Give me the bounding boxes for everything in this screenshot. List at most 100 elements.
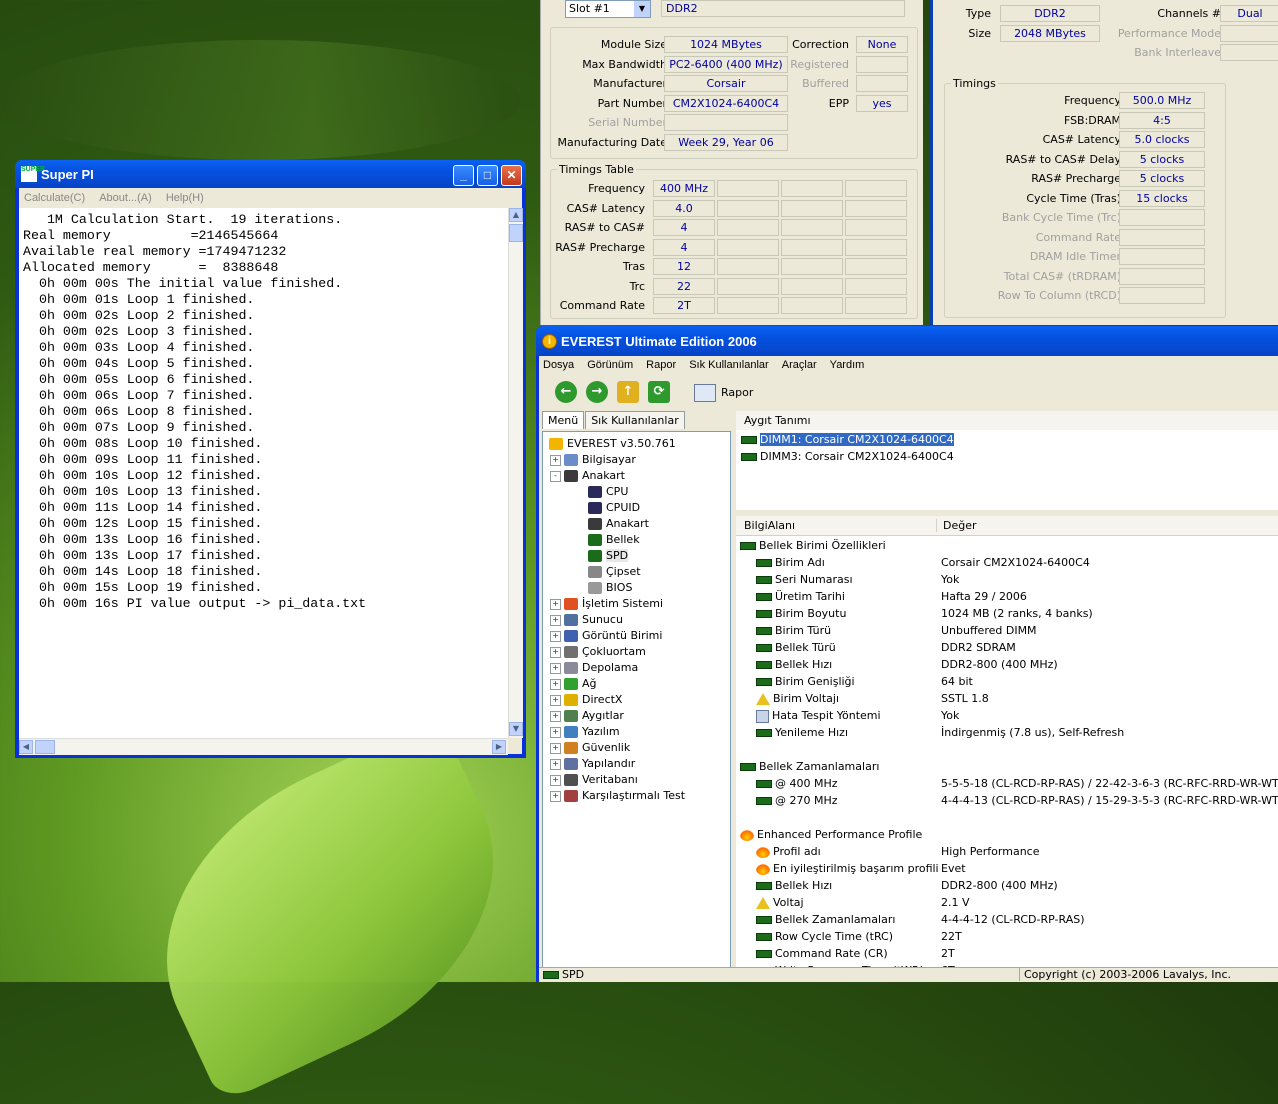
- device-item[interactable]: DIMM3: Corsair CM2X1024-6400C4: [741, 449, 954, 465]
- property-row[interactable]: Bellek Hızı DDR2-800 (400 MHz): [736, 877, 1278, 894]
- scroll-right-icon[interactable]: ▶: [492, 740, 506, 754]
- menu-yardim[interactable]: Yardım: [830, 359, 865, 371]
- menu-sik-kullanilanlar[interactable]: Sık Kullanılanlar: [689, 359, 769, 371]
- expand-icon[interactable]: +: [550, 630, 561, 642]
- property-row[interactable]: Yenileme Hızı İndirgenmiş (7.8 us), Self-…: [736, 724, 1278, 741]
- scroll-thumb[interactable]: [509, 224, 523, 242]
- device-item[interactable]: DIMM1: Corsair CM2X1024-6400C4: [741, 432, 954, 448]
- property-row[interactable]: Bellek Hızı DDR2-800 (400 MHz): [736, 656, 1278, 673]
- tree-item[interactable]: - Anakart: [550, 468, 625, 484]
- superpi-titlebar[interactable]: SUPER Super PI _ □ ✕: [15, 160, 526, 188]
- expand-icon[interactable]: +: [550, 694, 561, 706]
- property-row[interactable]: Hata Tespit Yöntemi Yok: [736, 707, 1278, 724]
- property-row[interactable]: Enhanced Performance Profile: [736, 826, 1278, 843]
- tree-item[interactable]: + Yapılandır: [550, 756, 635, 772]
- property-row[interactable]: Row Cycle Time (tRC) 22T: [736, 928, 1278, 945]
- tree-item[interactable]: BIOS: [588, 580, 632, 596]
- expand-icon[interactable]: +: [550, 710, 561, 722]
- chevron-down-icon[interactable]: ▼: [634, 1, 650, 17]
- tree-item[interactable]: SPD: [588, 548, 629, 564]
- property-row[interactable]: Birim Voltajı SSTL 1.8: [736, 690, 1278, 707]
- menu-araclar[interactable]: Araçlar: [782, 359, 817, 371]
- expand-icon[interactable]: +: [550, 742, 561, 754]
- tree-item[interactable]: + Bilgisayar: [550, 452, 636, 468]
- menu-calculate[interactable]: Calculate(C): [24, 192, 85, 204]
- property-row[interactable]: Birim Boyutu 1024 MB (2 ranks, 4 banks): [736, 605, 1278, 622]
- menu-gorunum[interactable]: Görünüm: [587, 359, 633, 371]
- expand-icon[interactable]: +: [550, 454, 561, 466]
- property-row[interactable]: Bellek Zamanlamaları 4-4-4-12 (CL-RCD-RP-…: [736, 911, 1278, 928]
- minimize-button[interactable]: _: [453, 165, 474, 186]
- tree-item[interactable]: + Aygıtlar: [550, 708, 624, 724]
- expand-icon[interactable]: +: [550, 646, 561, 658]
- property-row[interactable]: Birim Adı Corsair CM2X1024-6400C4: [736, 554, 1278, 571]
- tab-favorites[interactable]: Sık Kullanılanlar: [585, 411, 685, 429]
- property-row[interactable]: Birim Türü Unbuffered DIMM: [736, 622, 1278, 639]
- property-row[interactable]: [736, 741, 1278, 758]
- expand-icon[interactable]: +: [550, 614, 561, 626]
- scroll-left-icon[interactable]: ◀: [19, 740, 33, 754]
- property-row[interactable]: Voltaj 2.1 V: [736, 894, 1278, 911]
- close-button[interactable]: ✕: [501, 165, 522, 186]
- collapse-icon[interactable]: -: [550, 470, 561, 482]
- tree-item[interactable]: + Yazılım: [550, 724, 620, 740]
- tree-item[interactable]: CPU: [588, 484, 628, 500]
- output-line: 0h 00m 02s Loop 3 finished.: [23, 324, 255, 339]
- property-row[interactable]: [736, 809, 1278, 826]
- vertical-scrollbar[interactable]: ▲ ▼: [508, 208, 523, 738]
- tree-item[interactable]: + DirectX: [550, 692, 622, 708]
- tree-item[interactable]: + Sunucu: [550, 612, 623, 628]
- tree-item[interactable]: + Güvenlik: [550, 740, 630, 756]
- column-value[interactable]: Değer: [936, 519, 977, 532]
- tree-item[interactable]: + Görüntü Birimi: [550, 628, 662, 644]
- expand-icon[interactable]: +: [550, 758, 561, 770]
- report-button[interactable]: Rapor: [694, 383, 753, 403]
- expand-icon[interactable]: +: [550, 790, 561, 802]
- tree-item[interactable]: + Çokluortam: [550, 644, 646, 660]
- expand-icon[interactable]: +: [550, 726, 561, 738]
- hscroll-thumb[interactable]: [35, 740, 55, 754]
- tree-item[interactable]: Bellek: [588, 532, 640, 548]
- property-row[interactable]: Bellek Türü DDR2 SDRAM: [736, 639, 1278, 656]
- scroll-down-icon[interactable]: ▼: [509, 722, 523, 736]
- property-row[interactable]: @ 270 MHz 4-4-4-13 (CL-RCD-RP-RAS) / 15-2…: [736, 792, 1278, 809]
- tab-menu[interactable]: Menü: [542, 411, 585, 429]
- column-field[interactable]: BilgiAlanı: [744, 519, 795, 532]
- tree-item[interactable]: Çipset: [588, 564, 641, 580]
- property-row[interactable]: Bellek Birimi Özellikleri: [736, 537, 1278, 554]
- tree-item[interactable]: + Karşılaştırmalı Test: [550, 788, 685, 804]
- up-icon[interactable]: ↑: [617, 381, 639, 403]
- tree-item[interactable]: + İşletim Sistemi: [550, 596, 663, 612]
- everest-titlebar[interactable]: i EVEREST Ultimate Edition 2006: [536, 326, 1278, 356]
- forward-icon[interactable]: →: [586, 381, 608, 403]
- menu-dosya[interactable]: Dosya: [543, 359, 574, 371]
- property-row[interactable]: Üretim Tarihi Hafta 29 / 2006: [736, 588, 1278, 605]
- tree-item[interactable]: + Ağ: [550, 676, 597, 692]
- property-row[interactable]: Profil adı High Performance: [736, 843, 1278, 860]
- expand-icon[interactable]: +: [550, 662, 561, 674]
- slot-select[interactable]: Slot #1 ▼: [565, 0, 651, 18]
- tree-item[interactable]: + Veritabanı: [550, 772, 638, 788]
- menu-rapor[interactable]: Rapor: [646, 359, 676, 371]
- property-row[interactable]: Bellek Zamanlamaları: [736, 758, 1278, 775]
- tree-item[interactable]: Anakart: [588, 516, 649, 532]
- property-row[interactable]: Command Rate (CR) 2T: [736, 945, 1278, 962]
- expand-icon[interactable]: +: [550, 774, 561, 786]
- scroll-up-icon[interactable]: ▲: [509, 208, 523, 222]
- expand-icon[interactable]: +: [550, 678, 561, 690]
- refresh-icon[interactable]: ⟳: [648, 381, 670, 403]
- property-row[interactable]: En iyileştirilmiş başarım profili Evet: [736, 860, 1278, 877]
- property-row[interactable]: Birim Genişliği 64 bit: [736, 673, 1278, 690]
- horizontal-scrollbar[interactable]: ◀ ▶: [19, 738, 508, 755]
- menu-help[interactable]: Help(H): [166, 192, 204, 204]
- tree-item[interactable]: EVEREST v3.50.761: [549, 436, 676, 452]
- maximize-button[interactable]: □: [477, 165, 498, 186]
- property-row[interactable]: @ 400 MHz 5-5-5-18 (CL-RCD-RP-RAS) / 22-4…: [736, 775, 1278, 792]
- tree-item[interactable]: + Depolama: [550, 660, 638, 676]
- menu-about[interactable]: About...(A): [99, 192, 152, 204]
- tree-item[interactable]: CPUID: [588, 500, 640, 516]
- resize-grip-icon[interactable]: [508, 738, 522, 754]
- property-row[interactable]: Seri Numarası Yok: [736, 571, 1278, 588]
- back-icon[interactable]: ←: [555, 381, 577, 403]
- expand-icon[interactable]: +: [550, 598, 561, 610]
